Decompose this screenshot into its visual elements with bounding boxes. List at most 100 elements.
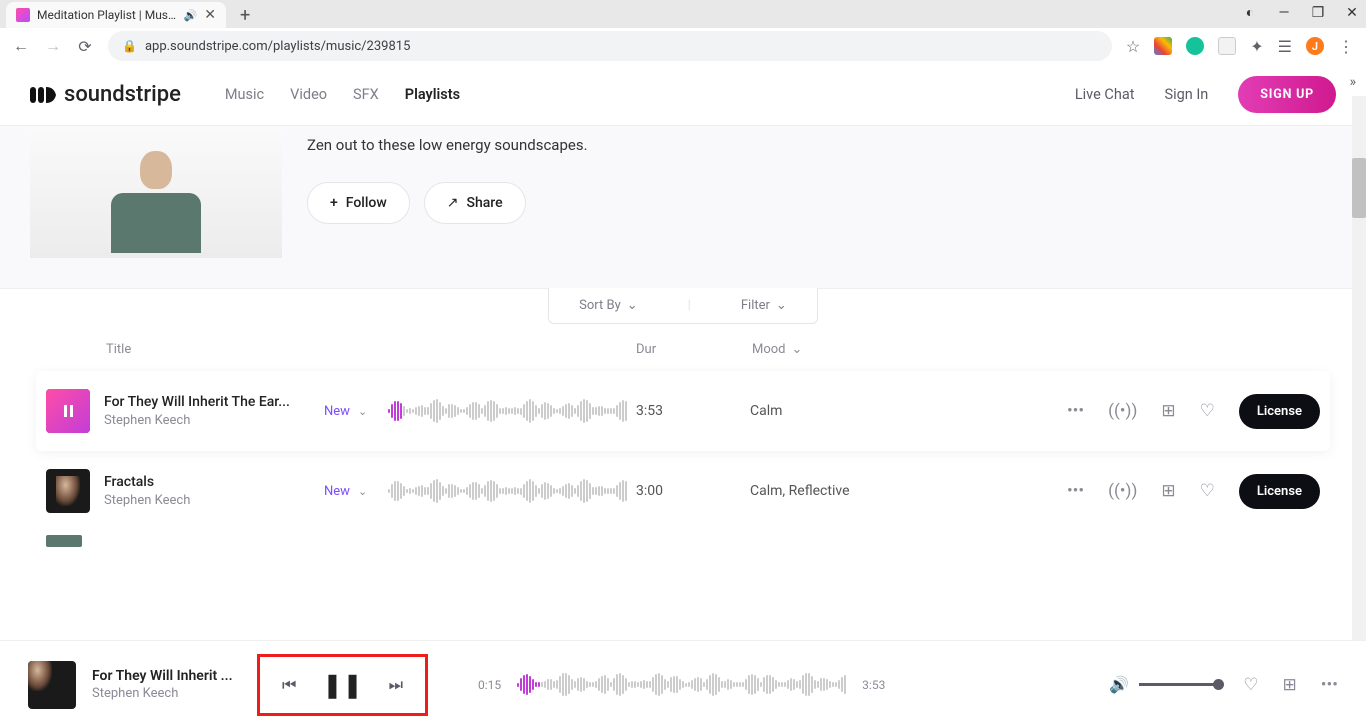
chevron-overflow-icon[interactable]: » [1349,74,1356,90]
waveform[interactable] [388,398,627,424]
heart-icon[interactable]: ♡ [1200,401,1215,421]
license-button[interactable]: License [1239,394,1320,429]
heart-icon[interactable]: ♡ [1200,481,1215,501]
elapsed-time: 0:15 [478,678,501,692]
google-translate-icon[interactable] [1154,37,1172,55]
similar-icon[interactable]: ((•)) [1108,481,1137,501]
track-duration: 3:00 [636,483,750,499]
track-row[interactable]: Fractals Stephen Keech New⌄ 3:00 Calm, R… [36,451,1330,531]
add-to-playlist-icon[interactable]: ⊞ [1161,481,1175,501]
share-icon: ↗ [447,195,459,211]
maximize-icon[interactable]: ❐ [1310,5,1326,21]
nav-music[interactable]: Music [225,86,264,103]
browser-menu-icon[interactable]: ⋮ [1338,37,1354,56]
player-artist[interactable]: Stephen Keech [92,686,257,701]
col-mood[interactable]: Mood⌄ [752,342,802,357]
new-tab-button[interactable]: + [240,5,250,26]
track-title[interactable]: For They Will Inherit The Ear... [104,394,324,410]
table-header: Title Dur Mood⌄ [0,324,1366,371]
share-label: Share [467,195,503,211]
logo-text: soundstripe [64,82,181,107]
follow-button[interactable]: + Follow [307,182,410,224]
grammarly-icon[interactable] [1186,37,1204,55]
add-to-playlist-icon[interactable]: ⊞ [1161,401,1175,421]
extension-icons: ☆ ✦ ☰ J ⋮ [1126,37,1354,56]
browser-chrome: Meditation Playlist | Music Li 🔊 ✕ + ◐ —… [0,0,1366,64]
url-text: app.soundstripe.com/playlists/music/2398… [145,39,410,54]
extension-icon[interactable] [1218,37,1236,55]
close-window-icon[interactable]: ✕ [1344,5,1360,21]
extensions-puzzle-icon[interactable]: ✦ [1250,37,1263,56]
bookmark-star-icon[interactable]: ☆ [1126,37,1140,56]
reading-list-icon[interactable]: ☰ [1278,37,1292,56]
volume-control[interactable]: 🔊 [1109,675,1219,694]
col-dur: Dur [636,342,752,357]
favicon [16,8,30,22]
browser-tab[interactable]: Meditation Playlist | Music Li 🔊 ✕ [6,2,226,28]
plus-icon: + [330,195,338,211]
track-artist[interactable]: Stephen Keech [104,493,324,508]
logo[interactable]: soundstripe [30,82,181,107]
back-button[interactable]: ← [12,36,30,56]
license-button[interactable]: License [1239,474,1320,509]
window-controls: ◐ — ❐ ✕ [1242,4,1360,21]
pause-icon [64,405,73,417]
chevron-down-icon: ⌄ [627,298,638,313]
forward-button[interactable]: → [44,36,62,56]
url-input[interactable]: 🔒 app.soundstripe.com/playlists/music/23… [108,31,1112,61]
track-thumb[interactable] [46,469,90,513]
idm-icon[interactable]: ◐ [1242,4,1258,21]
nav-playlists[interactable]: Playlists [405,86,460,103]
more-icon[interactable]: ••• [1067,481,1084,501]
next-track-icon[interactable]: ⏭ [389,675,403,695]
track-mood: Calm [750,403,970,419]
more-icon[interactable]: ••• [1321,675,1338,695]
track-title[interactable]: Fractals [104,474,324,490]
profile-avatar[interactable]: J [1306,37,1324,55]
next-track-peek [46,535,82,547]
lock-icon: 🔒 [122,39,137,53]
sign-up-button[interactable]: SIGN UP [1238,76,1336,113]
nav-sfx[interactable]: SFX [353,86,379,103]
waveform[interactable] [388,478,627,504]
new-tag[interactable]: New⌄ [324,404,388,419]
playlist-description: Zen out to these low energy soundscapes. [307,136,588,154]
total-time: 3:53 [862,678,885,692]
minimize-icon[interactable]: — [1276,5,1292,21]
track-artist[interactable]: Stephen Keech [104,413,324,428]
col-title: Title [46,342,636,357]
track-thumb-playing[interactable] [46,389,90,433]
track-duration: 3:53 [636,403,750,419]
add-to-playlist-icon[interactable]: ⊞ [1283,675,1297,695]
sound-icon[interactable]: 🔊 [184,9,198,22]
track-row[interactable]: For They Will Inherit The Ear... Stephen… [36,371,1330,451]
similar-icon[interactable]: ((•)) [1108,401,1137,421]
nav-video[interactable]: Video [290,86,327,103]
player-bar: For They Will Inherit ... Stephen Keech … [0,640,1366,728]
nav-links: Music Video SFX Playlists [225,86,460,103]
chevron-down-icon: ⌄ [358,405,367,418]
close-tab-icon[interactable]: ✕ [204,8,216,22]
player-waveform[interactable] [517,670,846,700]
new-tag[interactable]: New⌄ [324,484,388,499]
filter-dropdown[interactable]: Filter⌄ [741,298,787,313]
heart-icon[interactable]: ♡ [1243,675,1258,695]
chevron-down-icon: ⌄ [792,342,803,357]
sort-filter-bar: Sort By⌄ | Filter⌄ [0,288,1366,324]
reload-button[interactable]: ⟳ [76,37,94,56]
player-title[interactable]: For They Will Inherit ... [92,668,257,684]
scrollbar-thumb[interactable] [1352,158,1366,218]
pause-icon[interactable]: ❚❚ [322,671,362,699]
player-thumb[interactable] [28,661,76,709]
prev-track-icon[interactable]: ⏮ [282,675,296,695]
live-chat-link[interactable]: Live Chat [1075,86,1135,103]
more-icon[interactable]: ••• [1067,401,1084,421]
follow-label: Follow [346,195,387,211]
tab-title: Meditation Playlist | Music Li [37,8,177,22]
sort-by-dropdown[interactable]: Sort By⌄ [579,298,638,313]
address-bar: ← → ⟳ 🔒 app.soundstripe.com/playlists/mu… [0,28,1366,64]
site-header: soundstripe Music Video SFX Playlists Li… [0,64,1366,126]
sign-in-link[interactable]: Sign In [1164,86,1208,103]
volume-slider[interactable] [1139,683,1219,686]
share-button[interactable]: ↗ Share [424,182,526,224]
